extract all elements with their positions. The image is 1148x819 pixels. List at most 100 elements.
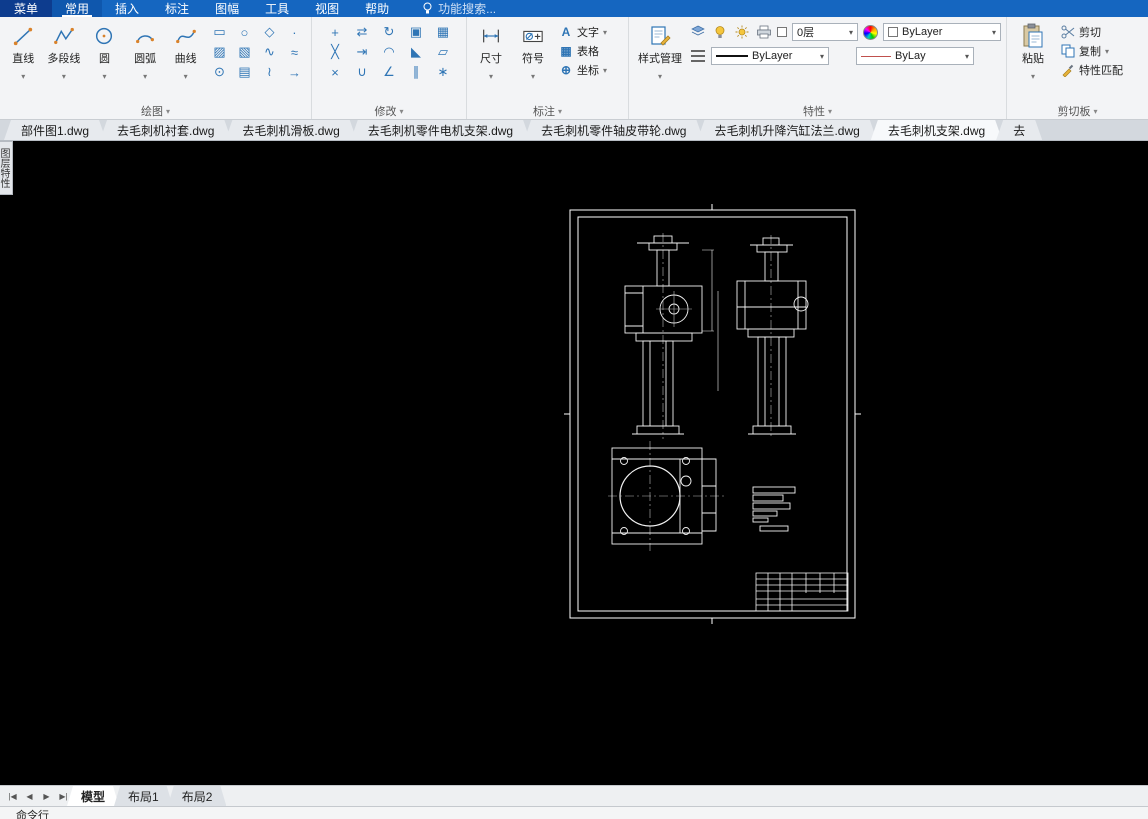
menu-app-button[interactable]: 菜单 — [0, 0, 53, 17]
paste-button[interactable]: 粘贴 — [1011, 20, 1055, 84]
caret-down-icon — [21, 66, 25, 84]
lineweight-select[interactable]: ByLayer — [711, 47, 829, 65]
extend-icon[interactable]: ⇥ — [349, 42, 376, 62]
paste-icon — [1020, 22, 1046, 50]
tab-view[interactable]: 视图 — [302, 0, 352, 17]
center-line-icon[interactable]: ⊙ — [207, 62, 232, 82]
symbol-tool[interactable]: 符号 — [513, 20, 553, 84]
tab-annotate[interactable]: 标注 — [152, 0, 202, 17]
layer-value: 0层 — [797, 27, 815, 39]
doc-tab[interactable]: 去毛刺机支架.dwg — [871, 120, 1002, 140]
doc-tab[interactable]: 去毛刺机升降汽缸法兰.dwg — [697, 120, 876, 140]
measure-icon[interactable]: ∠ — [376, 62, 403, 82]
join-icon[interactable]: ∪ — [349, 62, 376, 82]
panel-label-modify[interactable]: 修改 — [312, 102, 466, 119]
tab-sheet[interactable]: 图幅 — [202, 0, 252, 17]
tab-layout1[interactable]: 布局1 — [114, 786, 173, 806]
layer-freeze-sun-icon[interactable] — [733, 24, 750, 41]
match-properties-button[interactable]: 特性匹配 — [1057, 60, 1127, 79]
tab-model[interactable]: 模型 — [67, 786, 119, 806]
fillet-icon[interactable]: ◠ — [376, 42, 403, 62]
layer-select[interactable]: 0层 — [792, 23, 858, 41]
array-icon[interactable]: ▦ — [430, 22, 457, 42]
move-icon[interactable]: + — [322, 22, 349, 42]
caret-down-icon — [184, 66, 188, 84]
arrow-icon[interactable]: → — [282, 62, 307, 82]
tool-label: 复制 — [1079, 45, 1101, 58]
panel-label-draw[interactable]: 绘图 — [0, 102, 311, 119]
plot-printer-icon[interactable] — [755, 24, 772, 41]
point-icon[interactable]: · — [282, 22, 307, 42]
chamfer-icon[interactable]: ◣ — [403, 42, 430, 62]
command-line-title: 命令行 — [16, 810, 49, 819]
circle-icon — [91, 22, 117, 50]
style-manager-tool[interactable]: 样式管理 — [633, 20, 687, 84]
explode-icon[interactable]: ∗ — [430, 62, 457, 82]
doc-tab[interactable]: 去毛刺机衬套.dwg — [100, 120, 231, 140]
text-tool[interactable]: A 文字 — [555, 22, 611, 41]
arc-icon — [132, 22, 158, 50]
polygon-icon[interactable]: ◇ — [257, 22, 282, 42]
function-search[interactable]: 功能搜索... — [422, 0, 496, 17]
break-line-icon[interactable]: ≀ — [257, 62, 282, 82]
doc-tab[interactable]: 去 — [996, 120, 1042, 140]
caret-down-icon — [1031, 66, 1035, 84]
panel-clipboard: 粘贴 剪切 复制 — [1007, 17, 1148, 119]
table-tool[interactable]: ▦ 表格 — [555, 41, 611, 60]
tool-label: 样式管理 — [638, 53, 682, 65]
doc-tab[interactable]: 去毛刺机零件轴皮带轮.dwg — [524, 120, 703, 140]
tab-tools[interactable]: 工具 — [252, 0, 302, 17]
drawing-canvas[interactable]: 图层特性 — [0, 141, 1148, 785]
left-palette-tab[interactable]: 图层特性 — [0, 141, 13, 195]
erase-icon[interactable]: × — [322, 62, 349, 82]
arc-tool[interactable]: 圆弧 — [126, 20, 165, 84]
color-wheel-icon[interactable] — [863, 24, 878, 40]
tab-home[interactable]: 常用 — [52, 0, 103, 17]
polyline-tool[interactable]: 多段线 — [45, 20, 84, 84]
caret-down-icon — [62, 66, 66, 84]
tool-label: 直线 — [12, 53, 35, 65]
formula-curve-icon[interactable]: ∿ — [257, 42, 282, 62]
panel-label-annotate[interactable]: 标注 — [467, 102, 628, 119]
circle-tool[interactable]: 圆 — [85, 20, 124, 84]
align-icon[interactable]: ∥ — [403, 62, 430, 82]
copy-object-icon[interactable]: ▣ — [403, 22, 430, 42]
fill-icon[interactable]: ▧ — [232, 42, 257, 62]
command-line-panel[interactable]: 命令行 — [0, 806, 1148, 819]
tab-help[interactable]: 帮助 — [352, 0, 402, 17]
lineweight-settings-icon[interactable] — [689, 48, 706, 65]
doc-tab[interactable]: 去毛刺机零件电机支架.dwg — [351, 120, 530, 140]
ellipse-icon[interactable]: ○ — [232, 22, 257, 42]
doc-tab[interactable]: 部件图1.dwg — [4, 120, 106, 140]
next-layout-button[interactable]: ▶ — [38, 786, 55, 806]
linetype-select[interactable]: ByLay — [856, 47, 974, 65]
coordinate-tool[interactable]: ⊕ 坐标 — [555, 60, 611, 79]
color-select[interactable]: ByLayer — [883, 23, 1001, 41]
ribbon: 直线 多段线 圆 — [0, 17, 1148, 120]
tab-insert[interactable]: 插入 — [102, 0, 152, 17]
doc-tab[interactable]: 去毛刺机滑板.dwg — [225, 120, 356, 140]
line-tool[interactable]: 直线 — [4, 20, 43, 84]
mirror-icon[interactable]: ⇄ — [349, 22, 376, 42]
layer-manager-icon[interactable] — [689, 24, 706, 41]
panel-label-properties[interactable]: 特性 — [629, 102, 1006, 119]
copy-button[interactable]: 复制 — [1057, 41, 1127, 60]
layer-on-bulb-icon[interactable] — [711, 24, 728, 41]
trim-icon[interactable]: ╳ — [322, 42, 349, 62]
panel-label-clipboard[interactable]: 剪切板 — [1007, 102, 1148, 119]
menu-bar: 菜单 常用 插入 标注 图幅 工具 视图 帮助 功能搜索... — [0, 0, 1148, 17]
layer-color-swatch[interactable] — [777, 27, 787, 37]
tab-layout2[interactable]: 布局2 — [168, 786, 227, 806]
prev-layout-button[interactable]: ◀ — [21, 786, 38, 806]
rotate-icon[interactable]: ↻ — [376, 22, 403, 42]
caret-down-icon — [658, 66, 662, 84]
wave-line-icon[interactable]: ≈ — [282, 42, 307, 62]
rectangle-icon[interactable]: ▭ — [207, 22, 232, 42]
region-icon[interactable]: ▤ — [232, 62, 257, 82]
first-layout-button[interactable]: |◀ — [4, 786, 21, 806]
dimension-tool[interactable]: 尺寸 — [471, 20, 511, 84]
spline-tool[interactable]: 曲线 — [166, 20, 205, 84]
cut-button[interactable]: 剪切 — [1057, 22, 1127, 41]
hatch-icon[interactable]: ▨ — [207, 42, 232, 62]
scale-icon[interactable]: ▱ — [430, 42, 457, 62]
